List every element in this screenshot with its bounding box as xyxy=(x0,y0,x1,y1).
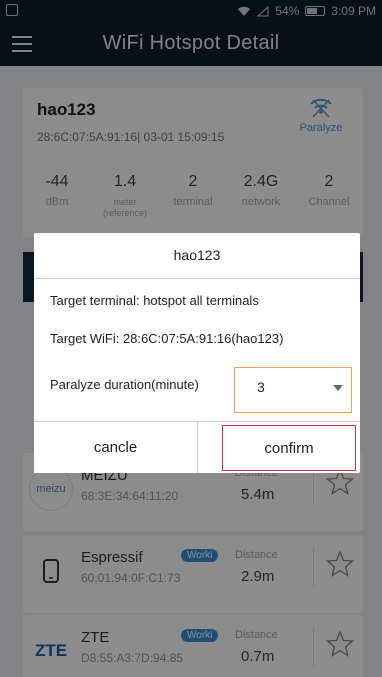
confirm-button[interactable]: confirm xyxy=(222,425,356,471)
cancel-button[interactable]: cancle xyxy=(34,422,197,473)
duration-select[interactable]: 3 xyxy=(234,367,352,413)
divider xyxy=(34,278,360,279)
target-wifi-text: Target WiFi: 28:6C:07:5A:91:16(hao123) xyxy=(50,331,284,346)
dialog-title: hao123 xyxy=(173,247,221,263)
paralyze-dialog: hao123 Target terminal: hotspot all term… xyxy=(34,233,360,473)
duration-label: Paralyze duration(minute) xyxy=(50,377,199,392)
duration-value: 3 xyxy=(257,379,265,395)
target-terminal-text: Target terminal: hotspot all terminals xyxy=(50,293,259,308)
chevron-down-icon xyxy=(333,385,343,391)
divider xyxy=(197,421,198,473)
